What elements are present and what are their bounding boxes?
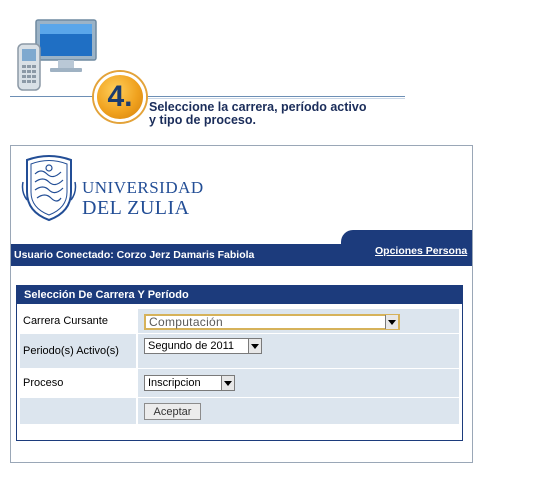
header-divider-light <box>145 98 405 99</box>
period-select-value: Segundo de 2011 <box>148 340 235 352</box>
period-label: Periodo(s) Activo(s) <box>20 334 136 368</box>
accept-button[interactable]: Aceptar <box>144 403 201 420</box>
process-select[interactable]: Inscripcion <box>144 375 235 391</box>
period-cell: Segundo de 2011 <box>138 334 459 368</box>
chevron-down-icon[interactable] <box>221 376 234 390</box>
computer-phone-illustration <box>17 19 97 91</box>
chevron-down-icon[interactable] <box>248 339 261 353</box>
university-name-line1: UNIVERSIDAD <box>82 178 204 197</box>
career-row: Carrera Cursante Computación <box>20 309 459 333</box>
university-crest-logo <box>21 155 77 222</box>
process-select-value: Inscripcion <box>148 377 201 389</box>
career-cell: Computación <box>138 309 459 333</box>
career-label: Carrera Cursante <box>20 309 136 333</box>
career-period-panel: Selección De Carrera Y Período Carrera C… <box>16 285 463 441</box>
panel-title: Selección De Carrera Y Período <box>17 286 462 304</box>
submit-row-spacer <box>20 398 136 424</box>
university-name: UNIVERSIDAD DEL ZULIA <box>82 178 204 218</box>
chevron-down-icon[interactable] <box>385 315 398 329</box>
header-divider <box>10 96 405 97</box>
submit-row: Aceptar <box>20 398 459 424</box>
process-cell: Inscripcion <box>138 369 459 397</box>
step-number: 4. <box>107 80 133 113</box>
submit-cell: Aceptar <box>138 398 459 424</box>
career-select-value: Computación <box>149 315 224 329</box>
step-instruction: Seleccione la carrera, período activo y … <box>149 101 409 127</box>
process-label: Proceso <box>20 369 136 397</box>
portal-screenshot: UNIVERSIDAD DEL ZULIA Usuario Conectado:… <box>10 145 473 463</box>
personal-options-link[interactable]: Opciones Persona <box>375 245 467 257</box>
career-select[interactable]: Computación <box>144 314 400 330</box>
step-instruction-line2: y tipo de proceso. <box>149 113 256 127</box>
period-select[interactable]: Segundo de 2011 <box>144 338 262 354</box>
connected-user-text: Usuario Conectado: Corzo Jerz Damaris Fa… <box>14 249 255 261</box>
period-row: Periodo(s) Activo(s) Segundo de 2011 <box>20 334 459 368</box>
university-name-line2: DEL ZULIA <box>82 197 190 219</box>
process-row: Proceso Inscripcion <box>20 369 459 397</box>
step-badge: 4. <box>94 72 146 122</box>
